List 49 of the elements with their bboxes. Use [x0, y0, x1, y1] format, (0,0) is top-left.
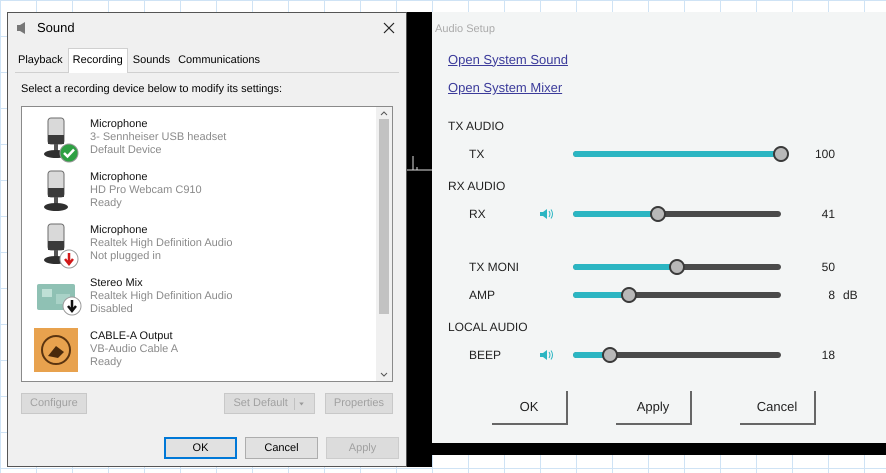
device-item[interactable]: Microphone Realtek High Definition Audio Not plugged in [22, 217, 376, 270]
dialog-button[interactable]: Apply [616, 390, 692, 424]
tab[interactable]: Communications [175, 52, 264, 72]
dialog-button[interactable]: OK [164, 437, 237, 459]
device-description: 3- Sennheiser USB headset [90, 131, 226, 144]
device-item[interactable]: CABLE-A Output VB-Audio Cable A Ready [22, 323, 376, 376]
device-status: Ready [90, 356, 123, 369]
slider-label: AMP [469, 286, 496, 304]
device-name: CABLE-A Output [90, 330, 174, 343]
dialog-button[interactable]: Cancel [245, 437, 318, 459]
device-status: Default Device [90, 144, 163, 157]
slider-value: 41 [820, 206, 835, 222]
device-name: Microphone [90, 118, 148, 131]
device-name: Microphone [90, 171, 148, 184]
device-status: Disabled [90, 303, 134, 316]
close-icon[interactable] [383, 22, 395, 34]
section-heading: LOCAL AUDIO [448, 318, 528, 336]
slider-label: TX MONI [469, 258, 520, 276]
device-name: Stereo Mix [90, 277, 144, 290]
instruction-text: Select a recording device below to modify its settings: [21, 82, 284, 96]
slider-label: BEEP [469, 346, 502, 364]
device-description: HD Pro Webcam C910 [90, 184, 202, 197]
slider-label: RX [469, 206, 487, 222]
slider-value: 100 [814, 146, 835, 162]
scrollbar[interactable] [376, 107, 392, 381]
device-item[interactable]: Microphone HD Pro Webcam C910 Ready [22, 164, 376, 217]
slider-label: TX [469, 146, 486, 162]
tab[interactable]: Recording [68, 48, 128, 72]
window-title: Audio Setup [435, 22, 496, 37]
tab[interactable]: Sounds [130, 52, 174, 72]
tab[interactable]: Playback [15, 52, 66, 72]
unit-label: dB [843, 286, 858, 304]
dialog-button[interactable]: Cancel [740, 390, 816, 424]
device-description: Realtek High Definition Audio [90, 237, 232, 250]
slider-value: 50 [820, 258, 835, 276]
link[interactable]: Open System Sound [448, 50, 568, 69]
section-heading: RX AUDIO [448, 178, 506, 194]
dialog-button[interactable]: OK [492, 390, 568, 424]
section-heading: TX AUDIO [448, 118, 504, 134]
device-status: Ready [90, 197, 123, 210]
device-description: Realtek High Definition Audio [90, 290, 232, 303]
device-description: VB-Audio Cable A [90, 343, 178, 356]
slider-value: 18 [820, 346, 835, 364]
link[interactable]: Open System Mixer [448, 78, 562, 98]
slider-value: 8 [827, 286, 835, 304]
device-status: Not plugged in [90, 250, 162, 263]
window-title: Sound [37, 19, 76, 38]
device-item[interactable]: Microphone 3- Sennheiser USB headset Default Device [22, 111, 376, 164]
device-name: Microphone [90, 224, 148, 237]
